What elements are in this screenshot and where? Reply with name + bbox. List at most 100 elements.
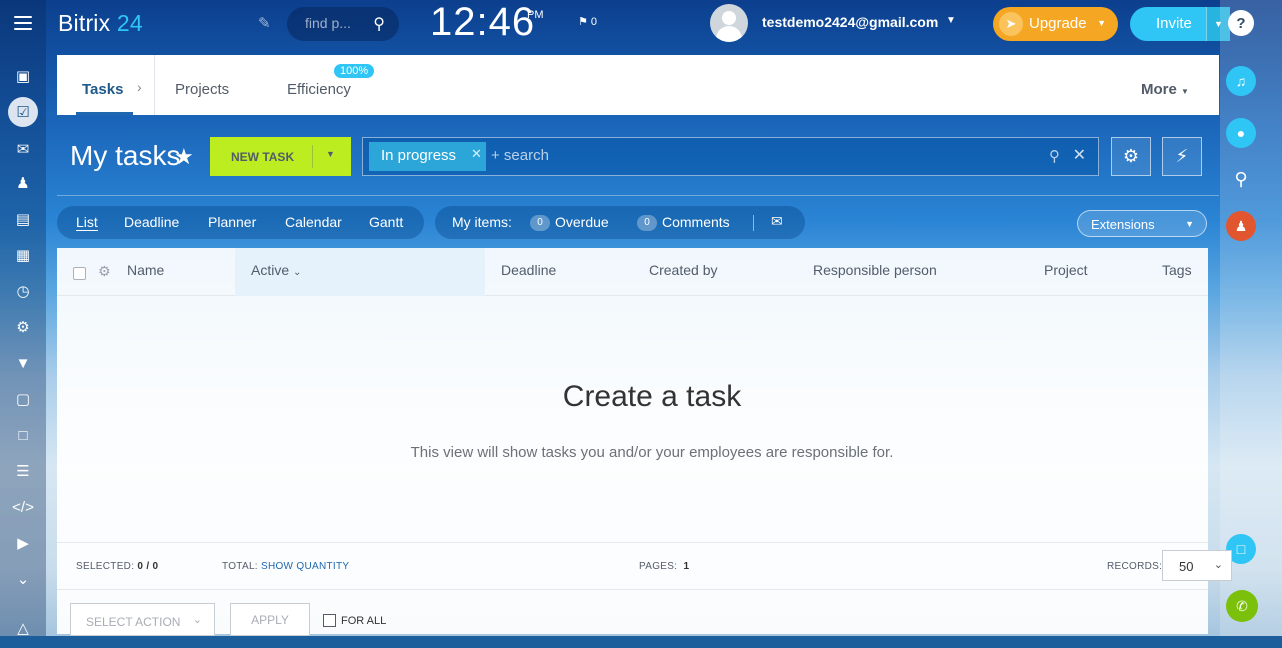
header-search-placeholder: find p... <box>305 15 351 31</box>
view-gantt[interactable]: Gantt <box>369 214 403 230</box>
select-action-dropdown[interactable]: SELECT ACTION ⌄ <box>70 603 215 636</box>
robot-icon[interactable]: ⚙ <box>11 315 35 339</box>
chevron-down-icon: ⌄ <box>1213 559 1223 571</box>
pages-counter: PAGES: 1 <box>639 561 690 572</box>
button-divider <box>312 145 313 168</box>
knowledge-base-icon[interactable]: ☰ <box>11 459 35 483</box>
user-avatar[interactable] <box>710 4 748 42</box>
drive-icon[interactable]: ▤ <box>11 207 35 231</box>
tab-more[interactable]: More ▼ <box>1141 81 1189 98</box>
clock-icon[interactable]: ◷ <box>11 279 35 303</box>
search-icon[interactable]: ⚲ <box>1049 147 1060 165</box>
feed-icon[interactable]: ▣ <box>11 64 35 88</box>
comments-filter[interactable]: Comments <box>662 214 730 230</box>
sites-icon[interactable]: ▢ <box>11 387 35 411</box>
overdue-count: 0 <box>530 215 550 231</box>
column-deadline[interactable]: Deadline <box>501 262 556 278</box>
for-all-label: FOR ALL <box>341 615 387 627</box>
clock[interactable]: 12:46 <box>430 0 535 45</box>
upgrade-button[interactable]: ➤ Upgrade ▼ <box>993 7 1118 41</box>
clear-icon[interactable]: ✕ <box>1073 145 1086 165</box>
tasks-icon[interactable]: ☑ <box>8 97 38 127</box>
lightning-button[interactable]: ⚡ <box>1162 137 1202 176</box>
chevron-down-icon[interactable]: ▼ <box>326 149 335 159</box>
close-icon[interactable]: ✕ <box>471 146 482 162</box>
select-action-label: SELECT ACTION <box>86 615 181 629</box>
grid-header: ⚙ Name Active ⌄ Deadline Created by Resp… <box>57 248 1208 296</box>
efficiency-badge: 100% <box>334 64 375 78</box>
notifications-icon[interactable]: ♫ <box>1226 66 1256 96</box>
user-email[interactable]: testdemo2424@gmail.com <box>762 14 938 30</box>
flag-counter[interactable]: ⚑ 0 <box>578 15 597 28</box>
developer-icon[interactable]: </> <box>11 495 35 519</box>
menu-icon[interactable] <box>14 16 32 30</box>
view-list[interactable]: List <box>76 214 98 231</box>
view-switcher: List Deadline Planner Calendar Gantt <box>57 206 424 239</box>
divider <box>57 195 1219 196</box>
tab-tasks[interactable]: Tasks <box>82 81 123 98</box>
header-search[interactable]: find p... ⚲ <box>287 7 399 41</box>
bitrix-logo[interactable]: Bitrix 24 <box>58 10 143 37</box>
my-items-label: My items: <box>452 214 512 230</box>
new-task-button[interactable]: NEW TASK ▼ <box>210 137 351 176</box>
crm-filter-icon[interactable]: ▼ <box>11 351 35 375</box>
star-icon[interactable]: ★ <box>174 144 194 170</box>
chevron-down-icon[interactable]: ▼ <box>946 15 956 26</box>
settings-gear-button[interactable]: ⚙ <box>1111 137 1151 176</box>
task-grid: ⚙ Name Active ⌄ Deadline Created by Resp… <box>57 248 1232 636</box>
search-icon[interactable]: ⚲ <box>1226 164 1256 194</box>
overdue-filter[interactable]: Overdue <box>555 214 609 230</box>
phone-icon[interactable]: ✆ <box>1226 590 1258 622</box>
view-calendar[interactable]: Calendar <box>285 214 342 230</box>
clock-ampm: PM <box>527 9 544 21</box>
chevron-down-icon: ▼ <box>1185 219 1194 229</box>
contact-avatar-icon[interactable]: ♟ <box>1226 211 1256 241</box>
edit-pencil-icon[interactable]: ✎ <box>258 14 271 32</box>
extensions-button[interactable]: Extensions ▼ <box>1077 210 1207 237</box>
apply-button[interactable]: APPLY <box>230 603 310 636</box>
column-tags[interactable]: Tags <box>1162 262 1192 278</box>
column-active[interactable]: Active ⌄ <box>251 262 301 278</box>
filter-chip-label: In progress <box>381 147 457 164</box>
gear-icon[interactable]: ⚙ <box>98 263 111 280</box>
total-counter: TOTAL: SHOW QUANTITY <box>222 561 350 572</box>
search-input[interactable]: + search <box>491 147 549 164</box>
invite-label: Invite <box>1156 15 1192 32</box>
select-all-checkbox[interactable] <box>73 267 86 280</box>
show-quantity-link[interactable]: SHOW QUANTITY <box>261 561 349 572</box>
upgrade-label: Upgrade <box>1029 15 1087 32</box>
chat-icon[interactable]: ✉ <box>11 137 35 161</box>
empty-state-title: Create a task <box>562 380 742 413</box>
calendar-icon[interactable]: ▦ <box>11 243 35 267</box>
records-per-page-select[interactable]: 50 ⌄ <box>1162 550 1232 581</box>
chevron-down-icon: ▼ <box>1181 87 1189 96</box>
chevron-right-icon: › <box>137 79 142 95</box>
empty-state-subtitle: This view will show tasks you and/or you… <box>410 444 894 461</box>
divider <box>753 215 754 231</box>
tab-efficiency[interactable]: Efficiency <box>287 81 351 98</box>
bottom-strip <box>0 636 1282 648</box>
chevron-down-icon: ⌄ <box>192 614 202 626</box>
grid-footer: SELECTED: 0 / 0 TOTAL: SHOW QUANTITY PAG… <box>57 542 1232 590</box>
column-responsible-person[interactable]: Responsible person <box>813 262 937 278</box>
filter-chip[interactable]: In progress ✕ <box>369 142 486 171</box>
column-created-by[interactable]: Created by <box>649 262 717 278</box>
for-all-checkbox[interactable] <box>323 614 336 627</box>
filter-search-bar[interactable]: In progress ✕ + search ⚲ ✕ <box>362 137 1099 176</box>
records-value: 50 <box>1179 559 1194 574</box>
chat-bubbles-icon[interactable]: ✉ <box>771 213 783 230</box>
view-planner[interactable]: Planner <box>208 214 256 230</box>
groups-icon[interactable]: ♟ <box>11 171 35 195</box>
contact-center-icon[interactable]: □ <box>11 423 35 447</box>
messenger-icon[interactable]: ● <box>1226 118 1256 148</box>
video-icon[interactable]: ▶ <box>11 531 35 555</box>
more-down-icon[interactable]: ⌄ <box>11 567 35 591</box>
tab-divider <box>154 55 155 115</box>
tab-projects[interactable]: Projects <box>175 81 229 98</box>
column-project[interactable]: Project <box>1044 262 1088 278</box>
column-name[interactable]: Name <box>127 262 164 278</box>
search-icon[interactable]: ⚲ <box>373 14 385 34</box>
extensions-label: Extensions <box>1091 217 1155 232</box>
help-button[interactable]: ? <box>1228 10 1254 36</box>
view-deadline[interactable]: Deadline <box>124 214 179 230</box>
